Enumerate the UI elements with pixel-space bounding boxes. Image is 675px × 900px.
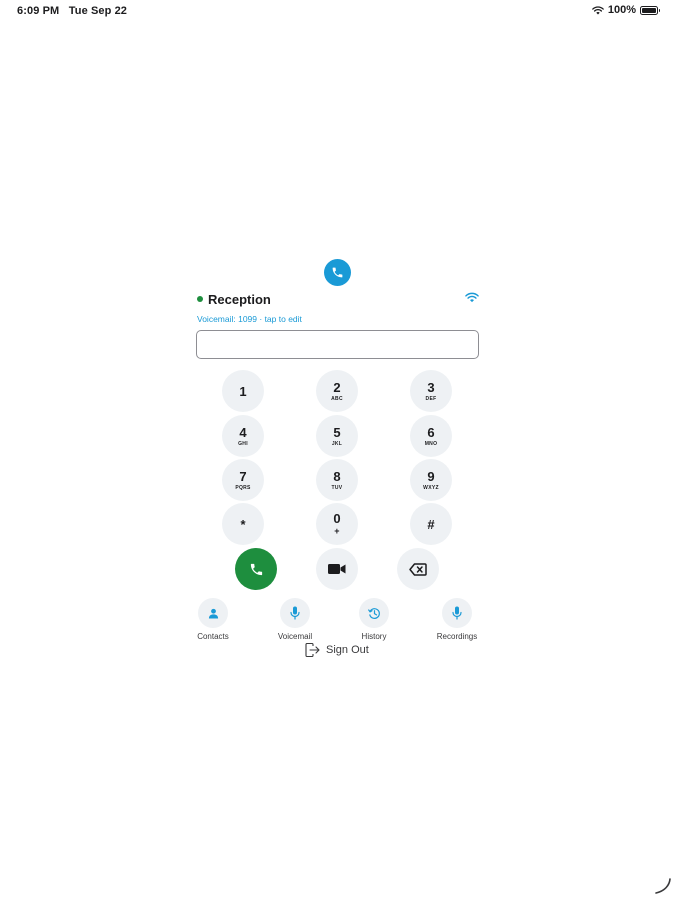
- battery-percent: 100%: [607, 4, 636, 16]
- dial-number-input[interactable]: [196, 330, 479, 359]
- voicemail-button[interactable]: [280, 598, 310, 628]
- nav-voicemail[interactable]: Voicemail: [265, 598, 325, 641]
- status-bar: 6:09 PM Tue Sep 22 100%: [0, 0, 675, 22]
- nav-history[interactable]: History: [344, 598, 404, 641]
- microphone-icon: [452, 606, 462, 620]
- keypad-key-7[interactable]: 7 PQRS: [222, 459, 264, 501]
- microphone-icon: [290, 606, 300, 620]
- keypad-key-0[interactable]: 0 +: [316, 503, 358, 545]
- line-name: Reception: [208, 292, 271, 307]
- connection-wifi-icon: [465, 292, 479, 303]
- status-right: 100%: [592, 4, 660, 16]
- battery-icon: [640, 5, 660, 15]
- recordings-button[interactable]: [442, 598, 472, 628]
- loading-spinner-icon: [655, 878, 671, 894]
- keypad-key-2[interactable]: 2 ABC: [316, 370, 358, 412]
- keypad-key-star[interactable]: *: [222, 503, 264, 545]
- line-header: Reception: [197, 292, 479, 308]
- phone-icon: [332, 267, 343, 278]
- video-camera-icon: [328, 564, 346, 574]
- video-call-button[interactable]: [316, 548, 358, 590]
- nav-history-label: History: [361, 632, 387, 641]
- nav-contacts-label: Contacts: [197, 632, 229, 641]
- sign-out-label: Sign Out: [326, 644, 369, 656]
- contacts-button[interactable]: [198, 598, 228, 628]
- delete-digit-button[interactable]: [397, 548, 439, 590]
- nav-contacts[interactable]: Contacts: [183, 598, 243, 641]
- status-time: 6:09 PM Tue Sep 22: [17, 5, 128, 17]
- voicemail-edit-link[interactable]: Voicemail: 1099 · tap to edit: [197, 314, 302, 324]
- presence-dot: [197, 296, 203, 302]
- keypad-key-4[interactable]: 4 GHI: [222, 415, 264, 457]
- keypad-key-6[interactable]: 6 MNO: [410, 415, 452, 457]
- sign-out-icon: [305, 643, 320, 657]
- history-button[interactable]: [359, 598, 389, 628]
- backspace-icon: [409, 562, 427, 576]
- call-button[interactable]: [235, 548, 277, 590]
- nav-voicemail-label: Voicemail: [277, 632, 313, 641]
- sign-out-button[interactable]: Sign Out: [305, 643, 369, 657]
- phone-app-icon: [324, 259, 351, 286]
- wifi-icon: [592, 5, 604, 14]
- nav-recordings-label: Recordings: [436, 632, 478, 641]
- person-icon: [208, 608, 218, 619]
- keypad-key-5[interactable]: 5 JKL: [316, 415, 358, 457]
- history-clock-icon: [367, 607, 380, 619]
- keypad-key-9[interactable]: 9 WXYZ: [410, 459, 452, 501]
- keypad-key-3[interactable]: 3 DEF: [410, 370, 452, 412]
- nav-recordings[interactable]: Recordings: [427, 598, 487, 641]
- keypad-key-8[interactable]: 8 TUV: [316, 459, 358, 501]
- keypad-key-1[interactable]: 1: [222, 370, 264, 412]
- phone-icon: [250, 563, 262, 575]
- keypad-key-hash[interactable]: #: [410, 503, 452, 545]
